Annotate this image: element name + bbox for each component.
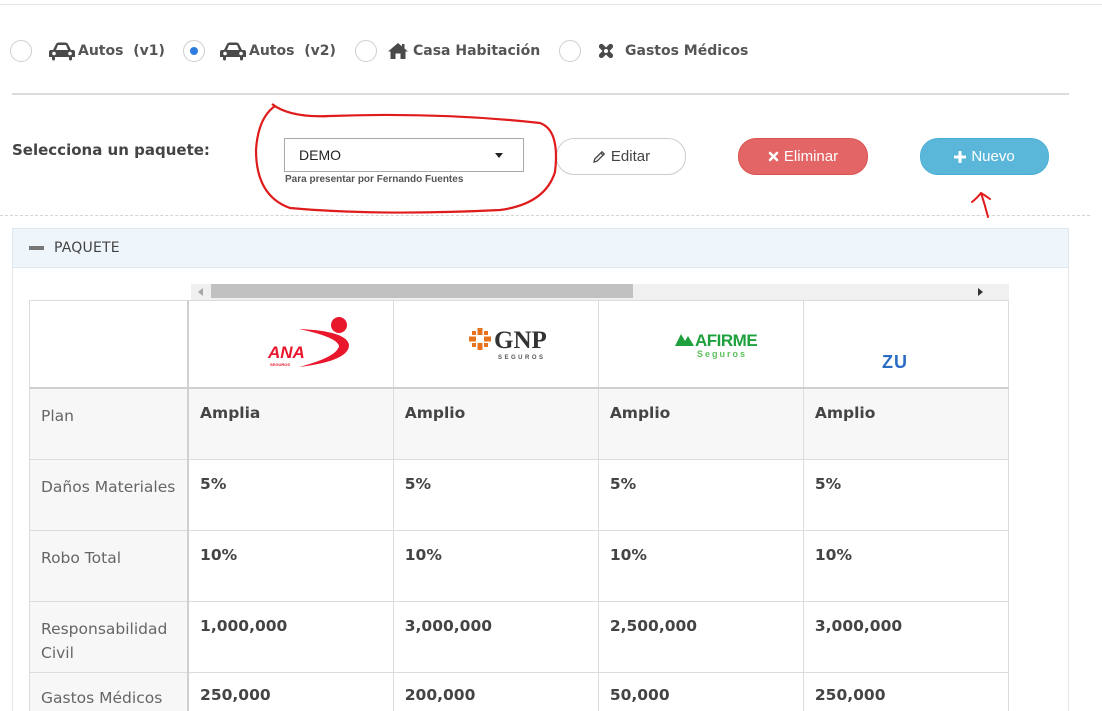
table-cell: Amplio (597, 387, 804, 460)
radio-autos-v1[interactable]: Autos (v1) (10, 37, 165, 65)
radio-label: Casa Habitación (413, 43, 541, 59)
home-icon (387, 40, 411, 62)
divider (12, 93, 1069, 95)
radio-gastos-medicos[interactable]: Gastos Médicos (559, 37, 748, 65)
car-icon (48, 40, 76, 62)
table-cell: 10% (597, 530, 804, 602)
radio-label: Autos (v2) (249, 43, 336, 59)
ana-logo-text: ANA (267, 343, 305, 362)
insurer-logo-cell: GNP SEGUROS (392, 300, 599, 389)
delete-button-label: Eliminar (783, 148, 839, 165)
radio-label: Gastos Médicos (625, 43, 749, 59)
pencil-icon (592, 150, 606, 164)
delete-button[interactable]: Eliminar (738, 138, 868, 175)
package-label: Selecciona un paquete: (12, 141, 210, 159)
top-border (0, 0, 1102, 5)
row-label: Plan (29, 387, 190, 460)
afirme-logo: AFIRME Seguros (599, 301, 803, 387)
table-cell: Amplio (802, 387, 1009, 460)
insurer-logo-cell: ANA SEGUROS (187, 300, 394, 389)
table-row: Daños Materiales 5% 5% 5% 5% (29, 459, 1009, 531)
annotation-arrow (971, 192, 991, 218)
table-row: Plan Amplia Amplio Amplio Amplio (29, 387, 1009, 460)
table-cell: 5% (597, 459, 804, 531)
table-cell: 200,000 (392, 672, 599, 711)
row-label: Robo Total (29, 530, 190, 602)
radio-circle[interactable] (355, 40, 377, 62)
edit-button[interactable]: Editar (556, 138, 686, 175)
table-cell: Amplia (187, 387, 394, 460)
gnp-logo-sub: SEGUROS (498, 355, 546, 361)
row-label: Responsabilidad Civil (29, 601, 190, 673)
car-icon (219, 40, 247, 62)
collapse-icon[interactable] (29, 246, 44, 250)
new-button[interactable]: Nuevo (920, 138, 1049, 175)
close-icon (768, 151, 779, 162)
afirme-logo-sub: Seguros (697, 349, 747, 359)
horizontal-scrollbar[interactable] (191, 284, 1009, 300)
table-row: Responsabilidad Civil 1,000,000 3,000,00… (29, 601, 1009, 673)
empty-corner-cell (29, 300, 190, 389)
comparison-table: ANA SEGUROS GNP SEGUROS AFIRME Seguros Z… (29, 300, 1009, 711)
panel-header[interactable]: PAQUETE (13, 229, 1068, 268)
package-select[interactable]: DEMO (284, 138, 524, 172)
package-select-value: DEMO (299, 147, 341, 163)
table-row: Robo Total 10% 10% 10% 10% (29, 530, 1009, 602)
panel-title: PAQUETE (54, 240, 120, 256)
scroll-thumb[interactable] (211, 284, 633, 298)
table-cell: 250,000 (802, 672, 1009, 711)
dashed-divider (0, 215, 1090, 216)
radio-label: Autos (v1) (78, 43, 165, 59)
plus-icon (954, 150, 967, 163)
table-cell: 50,000 (597, 672, 804, 711)
zurich-logo-text: ZU (882, 352, 908, 372)
insurer-logo-cell: ZU (802, 300, 1009, 389)
table-cell: 250,000 (187, 672, 394, 711)
table-cell: 10% (187, 530, 394, 602)
row-label: Daños Materiales (29, 459, 190, 531)
radio-casa-habitacion[interactable]: Casa Habitación (355, 37, 540, 65)
medical-icon (595, 40, 623, 62)
table-row: Gastos Médicos 250,000 200,000 50,000 25… (29, 672, 1009, 711)
insurer-logo-cell: AFIRME Seguros (597, 300, 804, 389)
radio-circle[interactable] (183, 40, 205, 62)
table-cell: 10% (802, 530, 1009, 602)
gnp-logo-text: GNP (494, 327, 547, 354)
table-cell: 5% (392, 459, 599, 531)
row-label: Gastos Médicos (29, 672, 190, 711)
caret-down-icon (495, 153, 503, 158)
scroll-left-arrow-icon[interactable] (198, 288, 203, 296)
insurer-logo-row: ANA SEGUROS GNP SEGUROS AFIRME Seguros Z… (29, 300, 1009, 389)
table-cell: 5% (802, 459, 1009, 531)
table-cell: 3,000,000 (802, 601, 1009, 673)
comparison-table-wrapper: ANA SEGUROS GNP SEGUROS AFIRME Seguros Z… (29, 300, 1009, 711)
table-cell: 5% (187, 459, 394, 531)
package-description: Para presentar por Fernando Fuentes (285, 174, 464, 185)
table-cell: Amplio (392, 387, 599, 460)
table-cell: 10% (392, 530, 599, 602)
radio-circle[interactable] (10, 40, 32, 62)
ana-logo: ANA SEGUROS (189, 301, 393, 387)
ana-logo-sub: SEGUROS (270, 362, 290, 367)
afirme-logo-text: AFIRME (695, 331, 757, 350)
gnp-logo: GNP SEGUROS (394, 301, 598, 387)
edit-button-label: Editar (610, 148, 651, 165)
radio-autos-v2[interactable]: Autos (v2) (183, 37, 336, 65)
table-cell: 1,000,000 (187, 601, 394, 673)
radio-circle[interactable] (559, 40, 581, 62)
table-cell: 3,000,000 (392, 601, 599, 673)
table-cell: 2,500,000 (597, 601, 804, 673)
zurich-logo: ZU (804, 301, 1008, 387)
scroll-right-arrow-icon[interactable] (978, 288, 983, 296)
new-button-label: Nuevo (971, 148, 1015, 165)
